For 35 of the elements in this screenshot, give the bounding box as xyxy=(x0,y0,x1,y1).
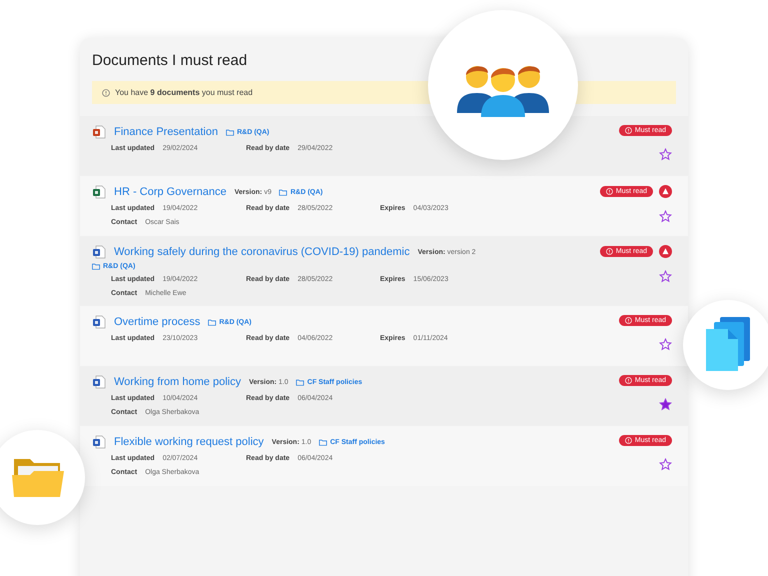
info-icon xyxy=(606,188,613,195)
document-link[interactable]: Working safely during the coronavirus (COVID-19) pandemic xyxy=(114,246,410,258)
document-file-icon xyxy=(92,375,106,389)
document-file-icon xyxy=(92,245,106,259)
document-link[interactable]: Working from home policy xyxy=(114,376,241,388)
folder-icon xyxy=(92,263,100,270)
info-icon xyxy=(624,127,632,134)
presentation-file-icon xyxy=(92,125,106,139)
folder-icon xyxy=(319,438,328,446)
document-link[interactable]: Overtime process xyxy=(114,316,200,328)
folder-icon xyxy=(226,128,234,136)
info-icon xyxy=(624,317,632,324)
document-file-icon xyxy=(92,435,106,449)
info-icon xyxy=(606,248,613,255)
notice-text: You have 9 documents you must read xyxy=(115,88,253,97)
document-file-icon xyxy=(92,315,106,329)
folder-icon xyxy=(279,188,288,196)
document-link[interactable]: Flexible working request policy xyxy=(114,436,264,448)
star-icon[interactable] xyxy=(659,210,672,223)
document-link[interactable]: Finance Presentation xyxy=(114,126,218,138)
star-icon[interactable] xyxy=(659,458,672,471)
star-icon[interactable] xyxy=(659,338,672,351)
info-icon xyxy=(624,377,632,384)
open-folder-icon xyxy=(12,456,64,498)
star-icon[interactable] xyxy=(659,148,672,161)
star-icon[interactable] xyxy=(659,398,672,411)
card-title: Documents I must read xyxy=(91,51,248,71)
info-icon xyxy=(102,88,110,96)
document-link[interactable]: HR - Corp Governance xyxy=(114,186,226,198)
folder-icon xyxy=(208,318,216,326)
spreadsheet-file-icon xyxy=(92,185,106,199)
folder-icon xyxy=(296,378,304,386)
info-icon xyxy=(624,437,632,444)
documents-stack-icon xyxy=(706,317,750,373)
star-icon[interactable] xyxy=(659,270,672,283)
